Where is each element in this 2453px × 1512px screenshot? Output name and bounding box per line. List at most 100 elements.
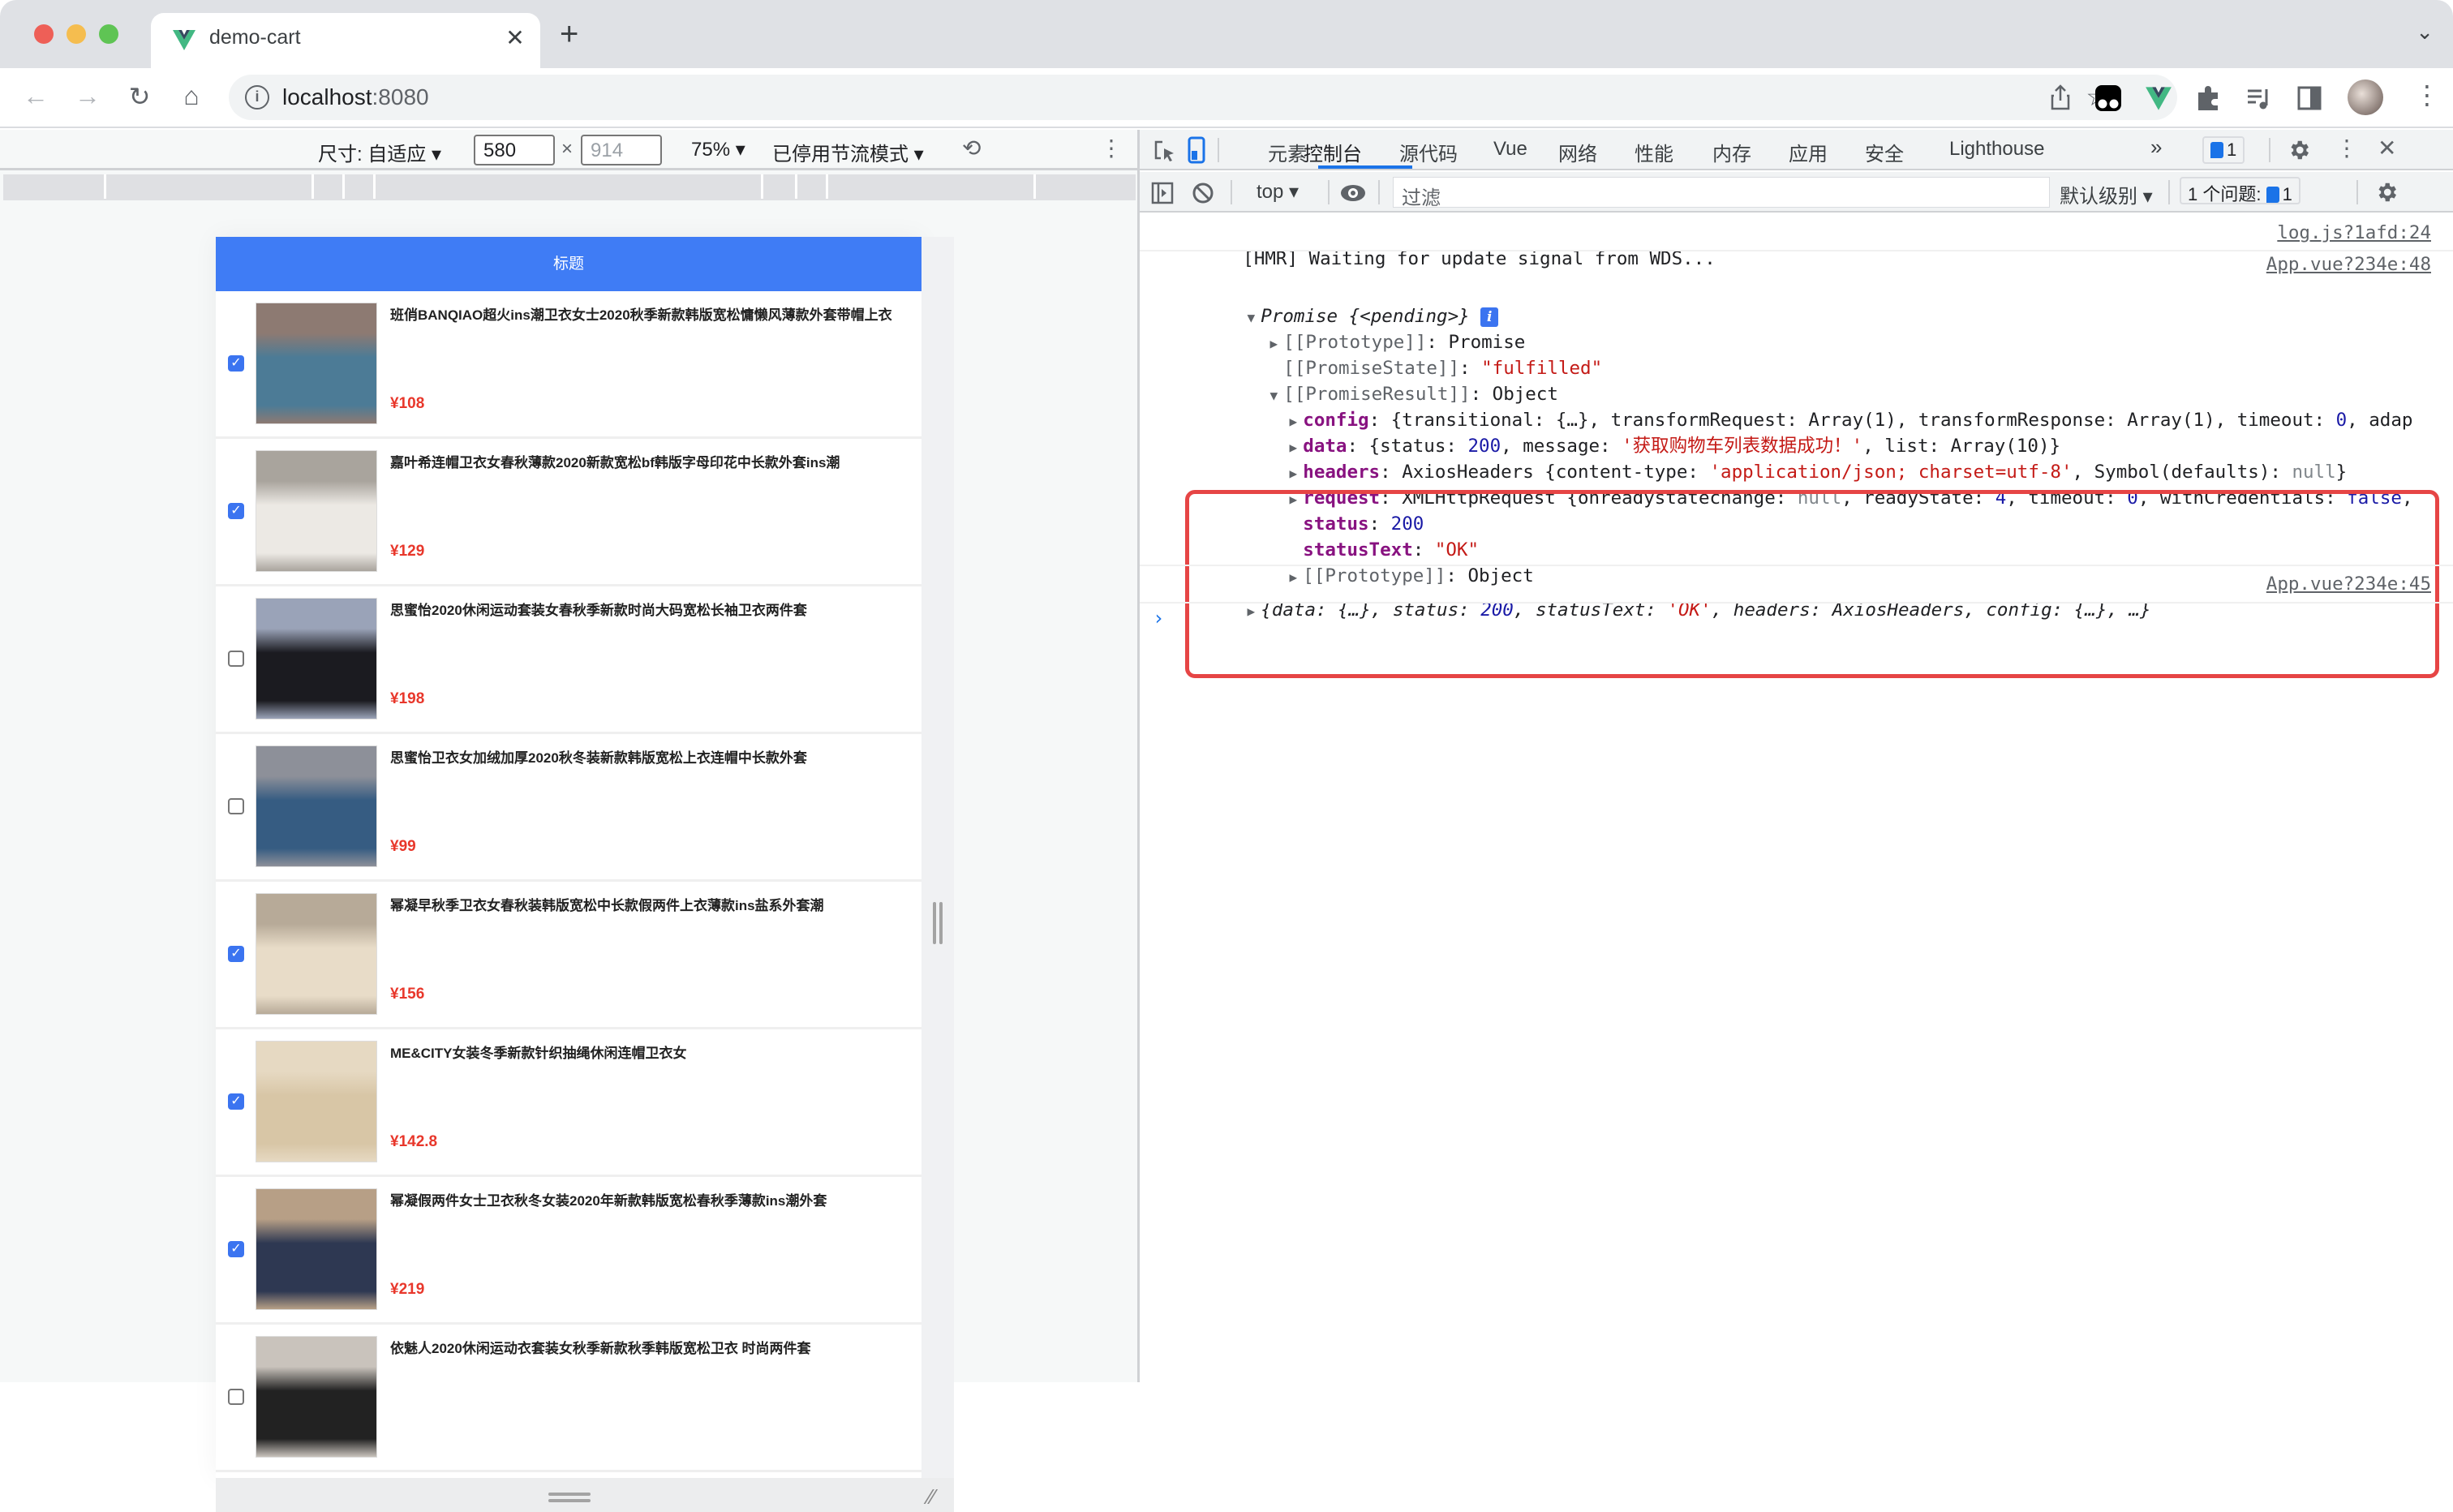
cart-item: ✓ 嘉叶希连帽卫衣女春秋薄款2020新款宽松bf韩版字母印花中长款外套ins潮 ¥1…	[216, 439, 921, 586]
browser-tab[interactable]: demo-cart ✕	[151, 13, 540, 68]
home-button[interactable]: ⌂	[175, 81, 208, 111]
browser-tab-strip: demo-cart ✕ + ⌄	[0, 0, 2453, 68]
width-input[interactable]: 580	[474, 135, 555, 165]
promise-tree-root[interactable]: ▼ Promise {<pending>} i	[1140, 277, 2453, 327]
window-minimize-button[interactable]	[67, 24, 86, 44]
dimensions-select[interactable]: 尺寸: 自适应 ▾	[318, 138, 441, 166]
item-checkbox[interactable]: ✓	[228, 1241, 244, 1257]
emulated-page: 标题 ✓ 班俏BANQIAO超火ins潮卫衣女士2020秋季新款韩版宽松慵懒风薄款…	[216, 237, 921, 1478]
forward-button[interactable]: →	[71, 81, 104, 111]
console-prompt[interactable]: ›	[1153, 607, 1164, 629]
context-select[interactable]: top ▾	[1257, 180, 1299, 204]
issues-badge[interactable]: 1	[2202, 136, 2245, 164]
rotate-icon[interactable]: ⟲	[962, 135, 981, 161]
devtools-panel: 元素 控制台 源代码 Vue 网络 性能 内存 应用 安全 Lighthouse » 1 ⋮ ✕ …	[1137, 130, 2453, 1382]
tampermonkey-extension-icon[interactable]	[2094, 84, 2122, 112]
devtools-tab[interactable]: 性能	[1635, 138, 1673, 166]
log-level-select[interactable]: 默认级别 ▾	[2060, 180, 2153, 208]
media-control-icon[interactable]	[2245, 84, 2273, 112]
cart-item: 思蜜怡2020休闲运动套装女春秋季新款时尚大码宽松长袖卫衣两件套 ¥198	[216, 586, 921, 734]
media-query-ruler[interactable]	[3, 174, 1136, 200]
clear-console-icon[interactable]	[1192, 182, 1214, 204]
vue-devtools-extension-icon[interactable]	[2145, 84, 2172, 112]
devtools-menu-icon[interactable]: ⋮	[2335, 135, 2358, 161]
result-config-row[interactable]: ▶ config: {transitional: {…}, transformRe…	[1140, 381, 2453, 431]
devtools-tab[interactable]: Lighthouse	[1949, 138, 2044, 161]
console-source-row: App.vue?234e:48	[1140, 251, 2453, 277]
zoom-select[interactable]: 75% ▾	[691, 138, 745, 161]
source-link[interactable]: log.js?1afd:24	[2277, 220, 2431, 246]
window-close-button[interactable]	[34, 24, 54, 44]
devtools-tab[interactable]: Vue	[1493, 138, 1527, 161]
console-settings-gear-icon[interactable]	[2374, 180, 2399, 204]
profile-avatar[interactable]	[2348, 79, 2383, 115]
item-checkbox[interactable]	[228, 1389, 244, 1405]
product-name: 依魅人2020休闲运动衣套装女秋季新款秋季韩版宽松卫衣 时尚两件套	[390, 1341, 811, 1356]
item-checkbox[interactable]: ✓	[228, 503, 244, 519]
settings-gear-icon[interactable]	[2287, 138, 2311, 162]
issues-counter-button[interactable]: 1 个问题: 1	[2180, 177, 2300, 204]
address-bar[interactable]: i localhost:8080 ☆	[229, 75, 2177, 120]
height-input[interactable]: 914	[581, 135, 662, 165]
result-request-row[interactable]: ▶ request: XMLHttpRequest {onreadystatech…	[1140, 459, 2453, 509]
product-name: 思蜜怡2020休闲运动套装女春秋季新款时尚大码宽松长袖卫衣两件套	[390, 603, 807, 618]
tab-close-icon[interactable]: ✕	[501, 24, 529, 51]
result-data-row[interactable]: ▶ data: {status: 200, message: '获取购物车列表数据…	[1140, 407, 2453, 457]
devtools-tab[interactable]: 元素	[1268, 138, 1307, 166]
item-checkbox[interactable]: ✓	[228, 946, 244, 962]
result-headers-row[interactable]: ▶ headers: AxiosHeaders {content-type: 'a…	[1140, 433, 2453, 483]
share-icon[interactable]	[2049, 84, 2072, 110]
console-filter-input[interactable]: 过滤	[1393, 177, 2050, 209]
product-price: ¥108	[390, 395, 425, 412]
inspect-element-icon[interactable]	[1153, 139, 1177, 163]
product-name: 思蜜怡卫衣女加绒加厚2020秋冬装新款韩版宽松上衣连帽中长款外套	[390, 750, 807, 766]
vue-favicon-icon	[173, 30, 195, 50]
devtools-tab[interactable]: 内存	[1712, 138, 1751, 166]
promise-result-row[interactable]: ▼ [[PromiseResult]]: Object	[1140, 355, 2453, 405]
product-price: ¥129	[390, 543, 425, 560]
item-checkbox[interactable]	[228, 651, 244, 667]
dimension-times: ×	[561, 138, 574, 160]
product-image	[256, 1188, 377, 1310]
product-price: ¥99	[390, 838, 416, 855]
new-tab-button[interactable]: +	[560, 16, 578, 53]
site-info-icon[interactable]: i	[245, 85, 269, 110]
devtools-tab[interactable]: 网络	[1558, 138, 1597, 166]
side-panel-icon[interactable]	[2296, 84, 2323, 112]
item-checkbox[interactable]: ✓	[228, 1093, 244, 1110]
promise-prototype-row[interactable]: ▶ [[Prototype]]: Promise	[1140, 303, 2453, 353]
more-tabs-icon[interactable]: »	[2150, 135, 2162, 160]
browser-toolbar: ← → ↻ ⌂ i localhost:8080 ☆ ⋮	[0, 68, 2453, 128]
source-link[interactable]: App.vue?234e:48	[2266, 251, 2431, 277]
item-checkbox[interactable]: ✓	[228, 355, 244, 372]
product-image	[256, 450, 377, 572]
device-more-icon[interactable]: ⋮	[1100, 135, 1123, 161]
devtools-tab[interactable]: 安全	[1865, 138, 1904, 166]
live-expression-eye-icon[interactable]	[1339, 182, 1367, 204]
source-link[interactable]: App.vue?234e:45	[2266, 571, 2431, 597]
product-name: 幂凝假两件女士卫衣秋冬女装2020年新款韩版宽松春秋季薄款ins潮外套	[390, 1193, 827, 1209]
product-image	[256, 745, 377, 867]
product-name: 嘉叶希连帽卫衣女春秋薄款2020新款宽松bf韩版字母印花中长款外套ins潮	[390, 455, 840, 470]
back-button[interactable]: ←	[19, 81, 52, 111]
browser-menu-icon[interactable]: ⋮	[2414, 79, 2440, 110]
show-sidebar-icon[interactable]	[1151, 182, 1174, 204]
active-tab-indicator	[1318, 165, 1412, 169]
devtools-tab[interactable]: 应用	[1789, 138, 1828, 166]
devtools-tab[interactable]: 源代码	[1399, 138, 1458, 166]
devtools-tab[interactable]: 控制台	[1304, 138, 1362, 166]
console-message-response[interactable]: ▶ {data: {…}, status: 200, statusText: 'O…	[1140, 571, 2453, 621]
reload-button[interactable]: ↻	[123, 81, 156, 112]
throttling-select[interactable]: 已停用节流模式 ▾	[772, 138, 924, 166]
vertical-resize-handle[interactable]	[933, 902, 944, 944]
window-zoom-button[interactable]	[99, 24, 118, 44]
url-text[interactable]: localhost:8080	[282, 84, 429, 110]
close-devtools-icon[interactable]: ✕	[2378, 135, 2396, 161]
extensions-puzzle-icon[interactable]	[2195, 84, 2223, 112]
horizontal-resize-handle[interactable]	[548, 1493, 591, 1502]
product-name: 班俏BANQIAO超火ins潮卫衣女士2020秋季新款韩版宽松慵懒风薄款外套带帽…	[390, 307, 892, 323]
corner-resize-handle[interactable]: ⁄⁄	[928, 1484, 935, 1510]
tab-search-chevron-icon[interactable]: ⌄	[2416, 19, 2434, 45]
item-checkbox[interactable]	[228, 798, 244, 814]
device-toolbar-toggle-icon[interactable]	[1187, 136, 1206, 164]
